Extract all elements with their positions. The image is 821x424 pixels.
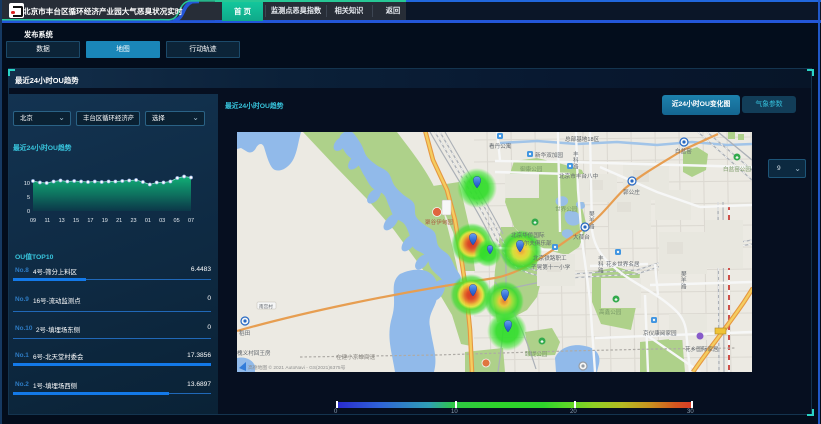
svg-text:15: 15 — [73, 218, 79, 224]
svg-text:10: 10 — [24, 181, 30, 187]
svg-text:23: 23 — [130, 218, 136, 224]
svg-text:19: 19 — [102, 218, 108, 224]
svg-text:07: 07 — [188, 218, 194, 224]
svg-text:03: 03 — [159, 218, 165, 224]
svg-text:13: 13 — [59, 218, 65, 224]
svg-text:11: 11 — [45, 218, 51, 224]
svg-text:05: 05 — [174, 218, 180, 224]
svg-text:5: 5 — [27, 195, 30, 201]
svg-text:09: 09 — [30, 218, 36, 224]
svg-text:01: 01 — [145, 218, 151, 224]
svg-text:0: 0 — [27, 209, 30, 215]
svg-text:17: 17 — [87, 218, 93, 224]
svg-text:21: 21 — [116, 218, 122, 224]
